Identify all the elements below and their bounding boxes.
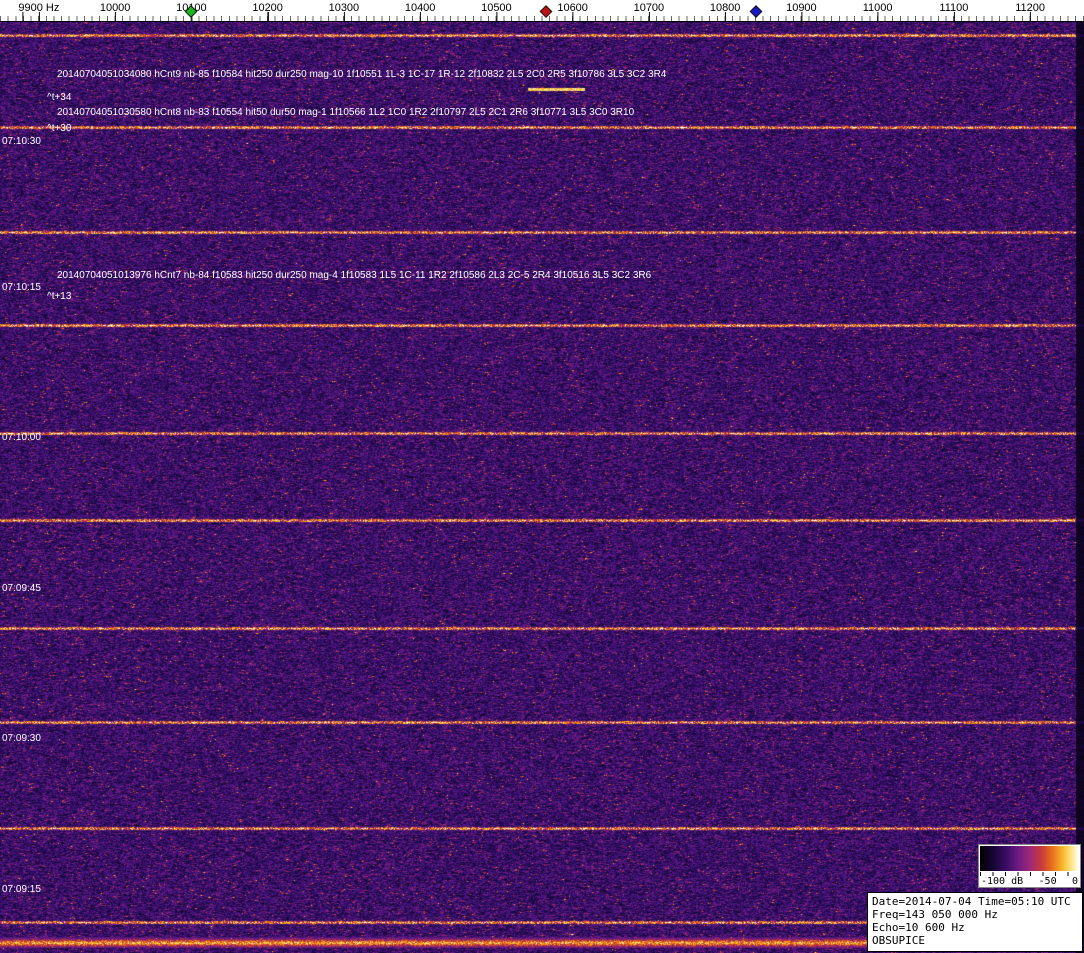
info-station-name: OBSUPICE <box>872 934 925 947</box>
colorbar-labels: -100 dB -50 0 <box>981 876 1078 887</box>
freq-tick-label: 10500 <box>481 2 512 14</box>
detection-annotation: ^t+13 <box>47 291 72 302</box>
intensity-colorbar: -100 dB -50 0 <box>978 844 1081 888</box>
info-date-time: Date=2014-07-04 Time=05:10 UTC <box>872 895 1071 908</box>
detection-annotation: ^t+30 <box>47 123 72 134</box>
frequency-ruler[interactable]: 9900 Hz100001010010200103001040010500106… <box>0 0 1084 22</box>
time-axis-label: 07:09:15 <box>2 884 41 895</box>
freq-tick-label: 10300 <box>328 2 360 14</box>
freq-tick-label: 10000 <box>99 2 131 14</box>
observation-info-box: Date=2014-07-04 Time=05:10 UTC Freq=143 … <box>867 892 1083 952</box>
freq-tick-label: 10700 <box>633 2 665 14</box>
detection-annotation: ^t+34 <box>47 92 72 103</box>
time-axis-label: 07:09:30 <box>2 733 41 744</box>
colorbar-mid-label: -50 <box>1038 876 1057 887</box>
detection-annotation: 20140704051034080 hCnt9 nb-85 f10584 hit… <box>57 69 667 80</box>
colorbar-min-label: -100 dB <box>981 876 1024 887</box>
time-axis-label: 07:10:00 <box>2 432 41 443</box>
spectrogram-app-window: 9900 Hz100001010010200103001040010500106… <box>0 0 1084 953</box>
time-axis-label: 07:10:30 <box>2 136 41 147</box>
freq-tick-label: 10200 <box>252 2 283 14</box>
info-echo-freq: Echo=10 600 Hz <box>872 921 965 934</box>
time-axis-label: 07:09:45 <box>2 583 41 594</box>
colorbar-gradient <box>980 846 1079 871</box>
detection-annotation: 20140704051030580 hCnt8 nb-83 f10554 hit… <box>57 107 635 118</box>
info-frequency: Freq=143 050 000 Hz <box>872 908 998 921</box>
freq-tick-label: 10800 <box>709 2 741 14</box>
freq-tick-label: 10900 <box>786 2 817 14</box>
time-axis-label: 07:10:15 <box>2 282 41 293</box>
freq-tick-label: 11100 <box>939 2 969 14</box>
freq-tick-label: 10400 <box>404 2 436 14</box>
colorbar-max-label: 0 <box>1071 876 1078 887</box>
freq-tick-label: 10600 <box>557 2 588 14</box>
freq-tick-label: 11000 <box>862 2 893 14</box>
freq-tick-label: 9900 Hz <box>18 2 60 14</box>
spectrogram-canvas[interactable] <box>0 22 1084 953</box>
freq-tick-label: 11200 <box>1015 2 1046 14</box>
detection-annotation: 20140704051013976 hCnt7 nb-84 f10583 hit… <box>57 270 652 281</box>
